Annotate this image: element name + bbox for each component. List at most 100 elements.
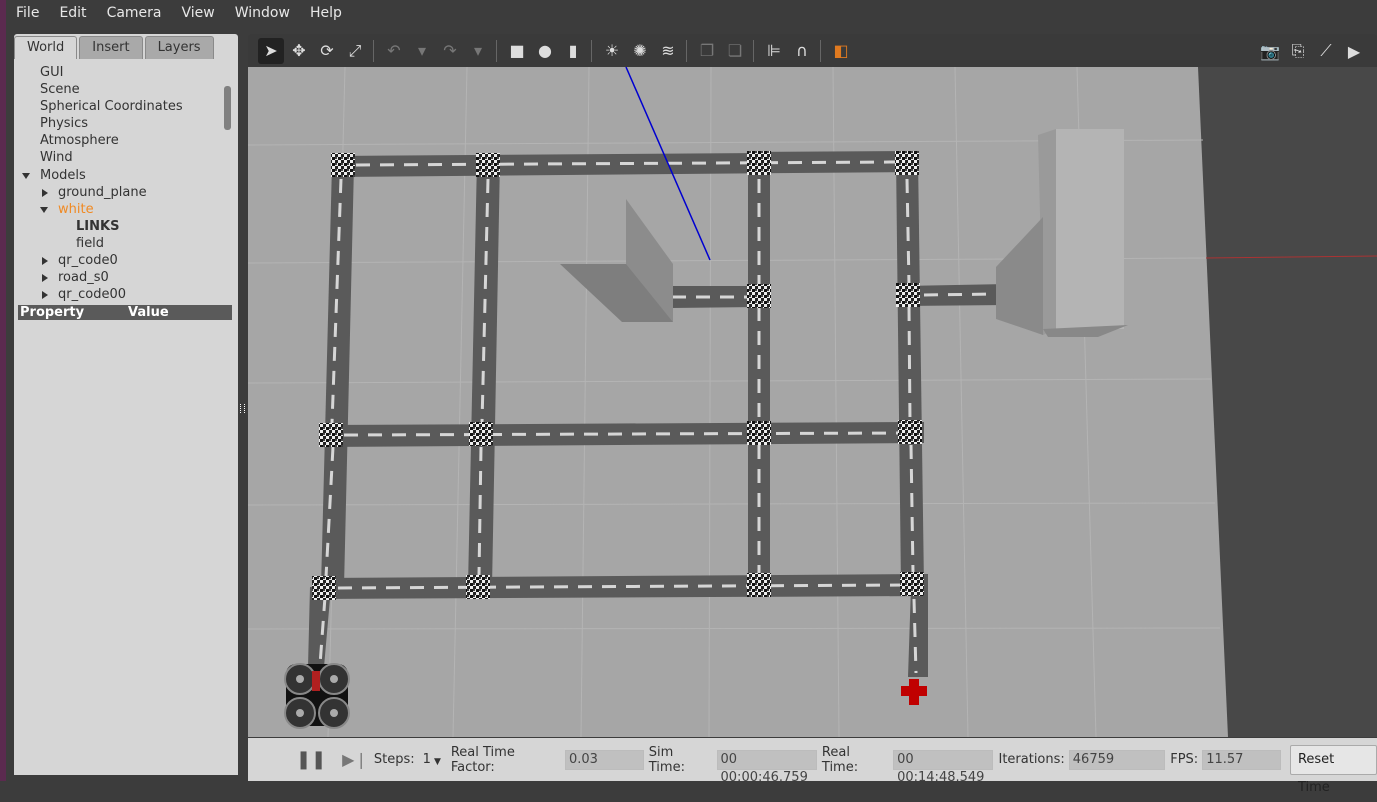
expand-right-icon[interactable] xyxy=(42,188,48,197)
sphere-shape-icon[interactable]: ● xyxy=(532,38,558,64)
tree-scrollbar[interactable] xyxy=(224,86,231,130)
screenshot-camera-icon[interactable]: 📷 xyxy=(1257,38,1283,64)
expand-right-icon[interactable] xyxy=(42,291,48,300)
property-column-header[interactable]: Property xyxy=(18,305,128,320)
log-icon[interactable]: ⎘ xyxy=(1285,38,1311,64)
real-time-label: Real Time: xyxy=(821,744,859,775)
tree-item-label: Atmosphere xyxy=(40,133,119,149)
tree-item[interactable]: qr_code00 xyxy=(18,286,224,302)
redo-dropdown-icon[interactable]: ▾ xyxy=(465,38,491,64)
tree-item[interactable]: road_s0 xyxy=(18,269,224,286)
toolbar-separator xyxy=(496,39,497,62)
paste-icon[interactable]: ❏ xyxy=(722,38,748,64)
point-light-icon[interactable]: ☀ xyxy=(599,38,625,64)
scene-render xyxy=(248,67,1377,737)
rtf-label: Real Time Factor: xyxy=(450,744,515,775)
sim-time-label: Sim Time: xyxy=(648,744,685,775)
expand-right-icon[interactable] xyxy=(42,274,48,283)
tree-item[interactable]: Physics xyxy=(18,115,224,132)
directional-light-icon[interactable]: ≋ xyxy=(655,38,681,64)
axis-line xyxy=(1205,255,1377,259)
toolbar-separator xyxy=(686,39,687,62)
step-icon[interactable]: ▶❘ xyxy=(342,750,368,769)
iterations-label: Iterations: xyxy=(998,752,1065,767)
tree-item[interactable]: Wind xyxy=(18,149,224,166)
menu-edit[interactable]: Edit xyxy=(49,5,96,21)
toolbar: ➤ ✥ ⟳ ⤢ ↶ ▾ ↷ ▾ ■ ● ▮ ☀ ✺ ≋ ❐ ❏ ⊫ ∩ ◧ 📷 ⎘ ⟋ ▶ xyxy=(248,34,1377,67)
expand-right-icon[interactable] xyxy=(42,257,48,266)
menu-camera[interactable]: Camera xyxy=(97,5,172,21)
box-shape-icon[interactable]: ■ xyxy=(504,38,530,64)
tree-item[interactable]: ground_plane xyxy=(18,184,224,201)
redo-icon[interactable]: ↷ xyxy=(437,38,463,64)
menubar: File Edit Camera View Window Help xyxy=(6,0,1377,26)
tab-insert[interactable]: Insert xyxy=(79,36,143,59)
tree-item-label: Scene xyxy=(40,82,80,98)
menu-view[interactable]: View xyxy=(172,5,225,21)
view-angle-icon[interactable]: ◧ xyxy=(828,38,854,64)
fps-field: 11.57 xyxy=(1202,749,1281,770)
select-arrow-icon[interactable]: ➤ xyxy=(258,37,284,64)
undo-icon[interactable]: ↶ xyxy=(381,38,407,64)
reset-time-button[interactable]: Reset Time xyxy=(1289,744,1377,795)
simulation-control-bar: ❚❚ ▶❘ Steps: 1 ▼ Real Time Factor: 0.03 … xyxy=(248,738,1377,795)
menu-window[interactable]: Window xyxy=(225,5,300,21)
3d-viewport[interactable] xyxy=(248,67,1377,737)
quadcopter-model xyxy=(284,663,350,729)
tree-item-label: qr_code00 xyxy=(58,287,126,302)
copy-icon[interactable]: ❐ xyxy=(694,38,720,64)
tree-item[interactable]: Models xyxy=(18,167,224,184)
panel-splitter-handle[interactable] xyxy=(240,404,245,413)
expand-down-icon[interactable] xyxy=(22,172,30,179)
tab-layers[interactable]: Layers xyxy=(144,36,214,59)
tree-item-label: ground_plane xyxy=(58,184,147,200)
translate-icon[interactable]: ✥ xyxy=(286,38,312,64)
tree-item-label: Spherical Coordinates xyxy=(40,99,183,115)
iterations-field: 46759 xyxy=(1068,749,1166,770)
value-column-header[interactable]: Value xyxy=(128,305,169,320)
toolbar-separator xyxy=(373,39,374,62)
tree-item[interactable]: white xyxy=(18,201,224,218)
tree-item-label: qr_code0 xyxy=(58,253,118,269)
tree-item[interactable]: field xyxy=(18,235,224,252)
tree-item[interactable]: Spherical Coordinates xyxy=(18,98,224,115)
menu-help[interactable]: Help xyxy=(300,5,352,21)
sim-time-field: 00 00:00:46.759 xyxy=(716,749,817,785)
tree-item[interactable]: LINKS xyxy=(18,218,224,235)
expand-down-icon[interactable] xyxy=(40,206,48,213)
desktop-edge xyxy=(0,0,6,781)
tree-item-label: road_s0 xyxy=(58,270,109,286)
steps-dropdown-icon[interactable]: ▼ xyxy=(434,757,441,767)
toolbar-separator xyxy=(820,39,821,62)
record-video-icon[interactable]: ▶ xyxy=(1341,38,1367,64)
menu-file[interactable]: File xyxy=(6,5,49,21)
pause-icon[interactable]: ❚❚ xyxy=(296,749,326,770)
tree-item-label: white xyxy=(58,201,94,217)
tree-item-label: Wind xyxy=(40,150,73,166)
left-panel-tabs: World Insert Layers xyxy=(14,36,216,60)
toolbar-separator xyxy=(591,39,592,62)
undo-dropdown-icon[interactable]: ▾ xyxy=(409,38,435,64)
toolbar-right: 📷 ⎘ ⟋ ▶ xyxy=(1255,38,1367,64)
cylinder-shape-icon[interactable]: ▮ xyxy=(560,38,586,64)
tree-item[interactable]: qr_code0 xyxy=(18,252,224,269)
world-tree: GUI Scene Spherical Coordinates Physics Atmo… xyxy=(18,64,224,302)
scale-icon[interactable]: ⤢ xyxy=(342,38,368,64)
rotate-icon[interactable]: ⟳ xyxy=(314,38,340,64)
tree-item-label: GUI xyxy=(40,65,64,80)
rtf-field: 0.03 xyxy=(565,749,644,770)
toolbar-separator xyxy=(753,39,754,62)
tree-item-label: Physics xyxy=(40,116,89,132)
tab-world[interactable]: World xyxy=(14,36,78,59)
tree-item[interactable]: Atmosphere xyxy=(18,132,224,149)
steps-label: Steps: xyxy=(373,752,415,767)
real-time-field: 00 00:14:48.549 xyxy=(893,749,994,785)
snap-magnet-icon[interactable]: ∩ xyxy=(789,38,815,64)
tree-item[interactable]: Scene xyxy=(18,81,224,98)
align-icon[interactable]: ⊫ xyxy=(761,38,787,64)
spot-light-icon[interactable]: ✺ xyxy=(627,38,653,64)
tree-item[interactable]: GUI xyxy=(18,64,224,81)
steps-spinbox[interactable]: 1 xyxy=(423,752,431,767)
fps-label: FPS: xyxy=(1170,752,1199,767)
plot-icon[interactable]: ⟋ xyxy=(1313,38,1339,64)
